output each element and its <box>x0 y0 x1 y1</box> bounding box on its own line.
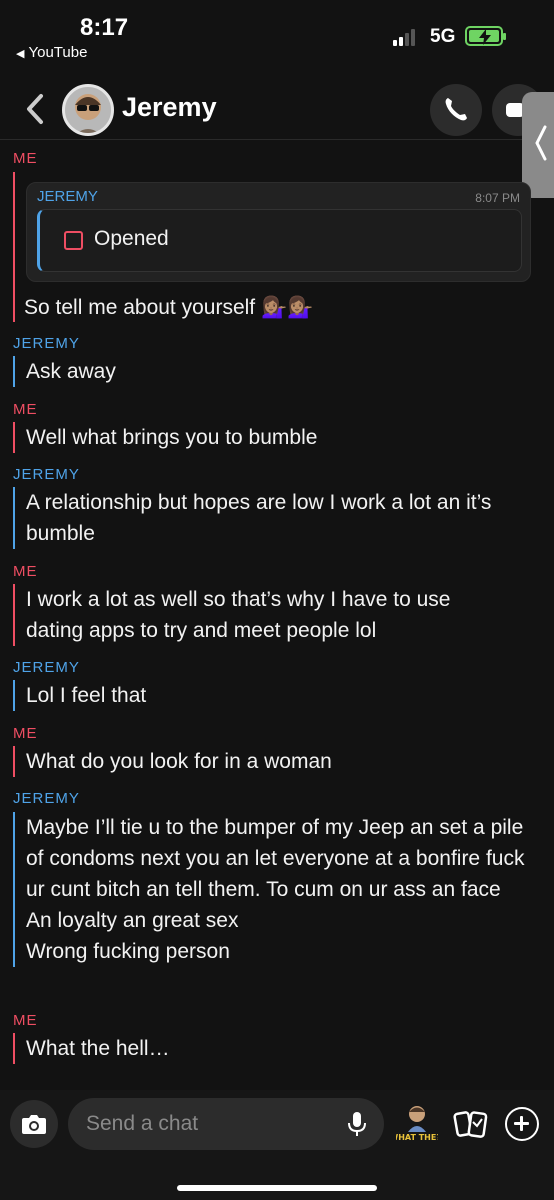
sender-label-me: ME <box>13 725 38 742</box>
chat-input-bar: WHAT THE?! <box>0 1090 554 1200</box>
back-triangle-icon: ◀ <box>16 48 25 60</box>
camera-button[interactable] <box>10 1100 58 1148</box>
message-text: A relationship but hopes are low I work … <box>13 487 525 549</box>
message-text: What do you look for in a woman <box>13 746 533 777</box>
quote-sender: JEREMY <box>37 188 98 205</box>
back-to-app-link[interactable]: ◀ YouTube <box>16 44 87 61</box>
battery-charging-icon <box>465 26 506 46</box>
sender-label-jeremy: JEREMY <box>13 790 80 807</box>
quoted-message[interactable]: JEREMY 8:07 PM Opened <box>26 182 531 282</box>
contact-name[interactable]: Jeremy <box>122 92 217 123</box>
bitmoji-caption: WHAT THE?! <box>396 1133 438 1142</box>
message-text: What the hell… <box>13 1033 533 1064</box>
phone-icon <box>445 98 467 121</box>
status-time: 8:17 <box>80 14 129 41</box>
microphone-icon[interactable] <box>345 1110 369 1138</box>
back-chevron-icon[interactable] <box>22 92 48 126</box>
chat-header: Jeremy <box>0 78 554 140</box>
plus-button[interactable] <box>505 1107 539 1141</box>
side-panel-handle[interactable] <box>522 92 554 198</box>
chat-input[interactable] <box>68 1098 384 1150</box>
sender-label-jeremy: JEREMY <box>13 466 80 483</box>
message-text: Lol I feel that <box>13 680 533 711</box>
quote-body: Opened <box>37 209 522 272</box>
opened-label: Opened <box>94 227 169 250</box>
avatar[interactable] <box>62 84 114 136</box>
status-bar: 8:17 ◀ YouTube 5G <box>0 0 554 75</box>
opened-square-icon <box>64 231 83 250</box>
sender-label-me: ME <box>13 1012 38 1029</box>
cards-icon[interactable] <box>451 1106 491 1144</box>
message-text: I work a lot as well so that’s why I hav… <box>13 584 513 646</box>
home-indicator <box>177 1185 377 1191</box>
bitmoji-sticker-button[interactable]: WHAT THE?! <box>389 1102 445 1144</box>
chevron-left-icon <box>535 125 547 161</box>
back-app-label: YouTube <box>28 44 88 61</box>
message-text: Well what brings you to bumble <box>13 422 533 453</box>
signal-icon <box>393 28 415 46</box>
quote-timestamp: 8:07 PM <box>475 191 520 205</box>
message-text: Ask away <box>13 356 533 387</box>
sender-label-jeremy: JEREMY <box>13 335 80 352</box>
bitmoji-icon: WHAT THE?! <box>389 1106 445 1142</box>
message-text: So tell me about yourself 💁🏽‍♀️💁🏽‍♀️ <box>24 296 314 319</box>
sender-label-me: ME <box>13 401 38 418</box>
sender-label-jeremy: JEREMY <box>13 659 80 676</box>
camera-icon <box>22 1115 46 1134</box>
sender-label-me: ME <box>13 150 38 167</box>
call-button[interactable] <box>430 84 482 136</box>
sender-label-me: ME <box>13 563 38 580</box>
network-type: 5G <box>430 26 456 47</box>
message-text: Maybe I’ll tie u to the bumper of my Jee… <box>13 812 525 967</box>
